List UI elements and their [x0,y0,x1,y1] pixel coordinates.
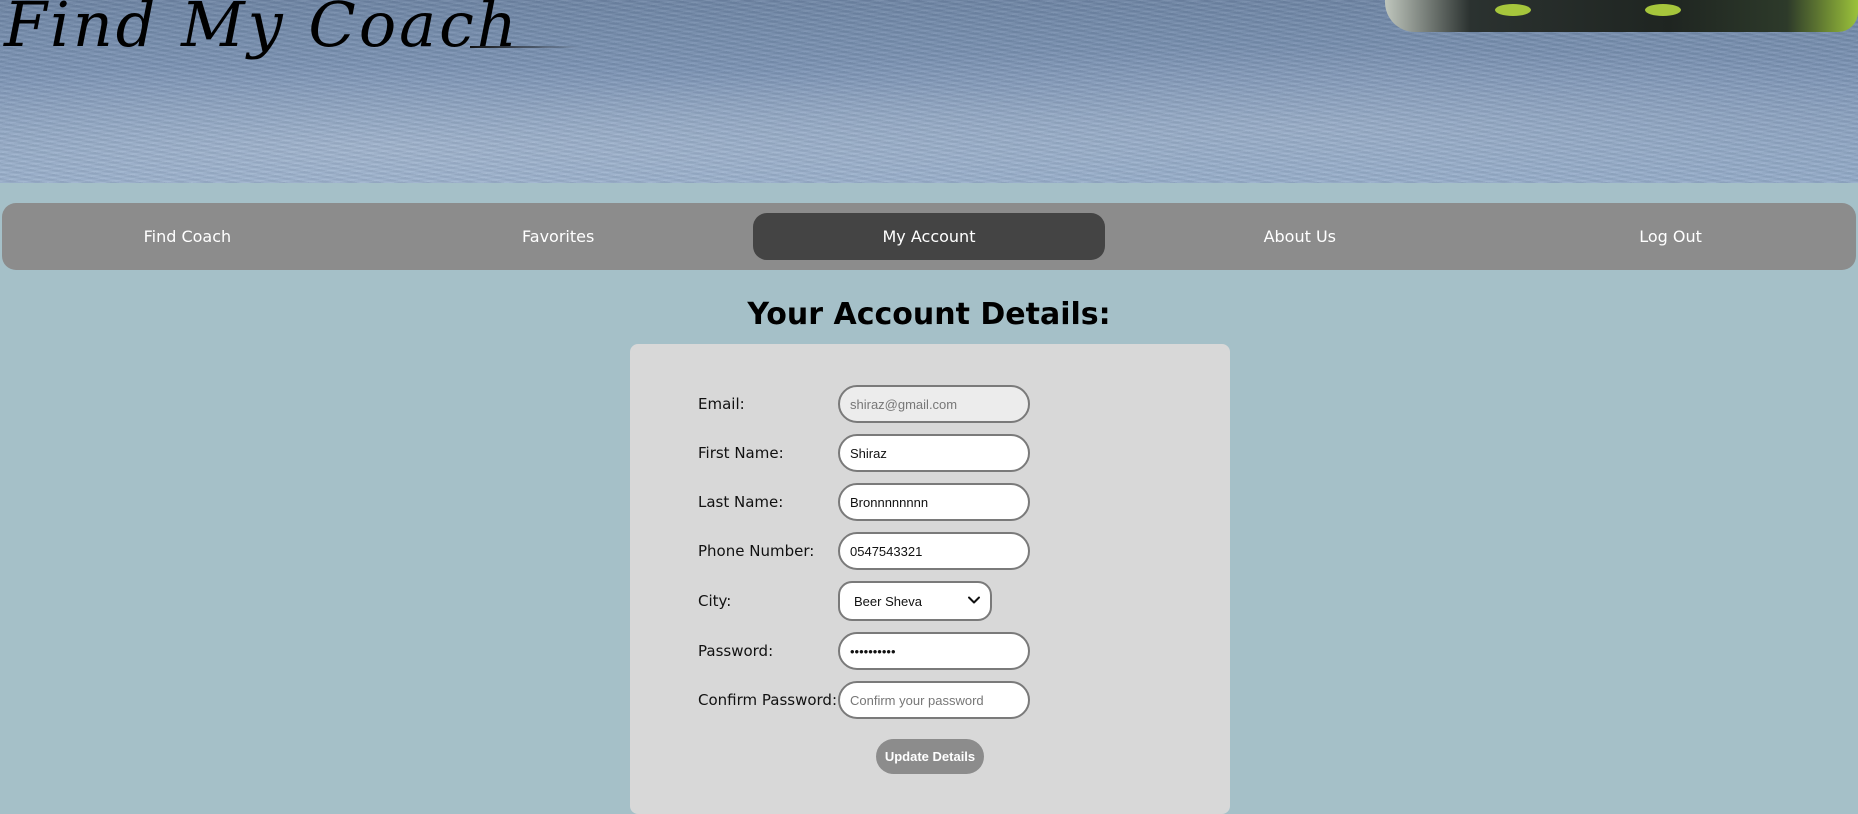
site-title: Find My Coach [4,0,520,61]
last-name-label: Last Name: [698,493,784,511]
city-label: City: [698,592,732,610]
password-label: Password: [698,642,774,660]
header-banner: Find My Coach [0,0,1858,183]
update-details-button[interactable]: Update Details [876,739,984,774]
nav-log-out[interactable]: Log Out [1495,213,1847,260]
city-select[interactable]: Beer Sheva [838,581,992,621]
password-row: Password: [698,631,1030,671]
last-name-field[interactable] [838,483,1030,521]
confirm-password-label: Confirm Password: [698,691,838,709]
chevron-down-icon [968,596,980,604]
nav-my-account[interactable]: My Account [752,213,1105,260]
phone-row: Phone Number: [698,531,1030,571]
banner-image-detail [1645,4,1681,16]
last-name-row: Last Name: [698,482,1030,522]
city-row: City: Beer Sheva [698,581,992,621]
main-nav: Find Coach Favorites My Account About Us… [2,203,1856,270]
email-row: Email: [698,384,1030,424]
first-name-row: First Name: [698,433,1030,473]
nav-favorites[interactable]: Favorites [382,213,734,260]
confirm-password-row: Confirm Password: [698,680,1030,720]
confirm-password-field[interactable] [838,681,1030,719]
nav-about-us[interactable]: About Us [1124,213,1476,260]
email-label: Email: [698,395,745,413]
banner-image-object [1385,0,1858,32]
phone-label: Phone Number: [698,542,815,560]
title-swoosh [470,46,580,48]
password-field[interactable] [838,632,1030,670]
banner-image-detail [1495,4,1531,16]
page-title: Your Account Details: [747,297,1111,332]
first-name-label: First Name: [698,444,784,462]
phone-field[interactable] [838,532,1030,570]
nav-find-coach[interactable]: Find Coach [11,213,363,260]
first-name-field[interactable] [838,434,1030,472]
email-field[interactable] [838,385,1030,423]
